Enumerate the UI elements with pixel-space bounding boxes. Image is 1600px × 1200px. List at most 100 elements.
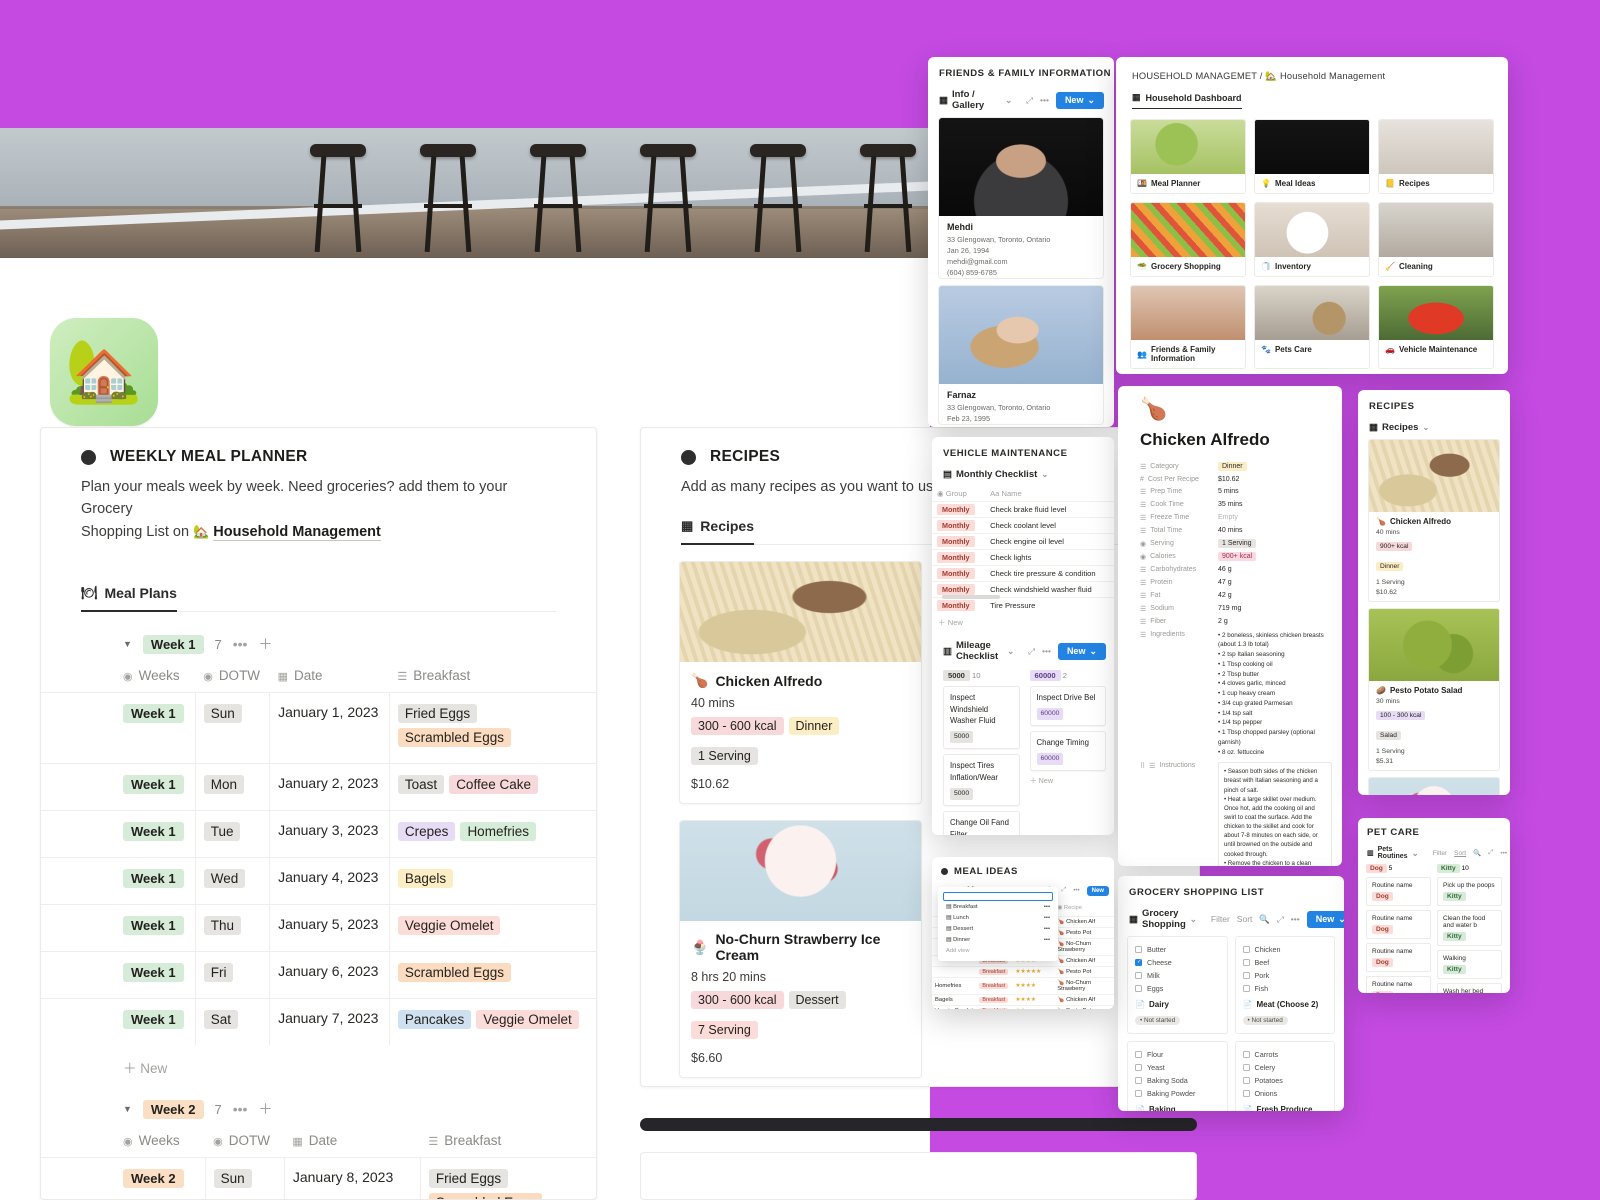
board-card[interactable]: Change Oil Fand Filter5000 (943, 810, 1020, 835)
cell-dotw[interactable]: Sun (204, 1157, 285, 1199)
grocery-checkbox-row[interactable]: Cheese (1135, 956, 1220, 969)
cell-dotw[interactable]: Wed (194, 857, 270, 905)
recipe-card[interactable]: 🍗 Chicken Alfredo 40 mins 900+ kcal Dinner 1 … (1368, 439, 1500, 602)
cell-weeks[interactable]: Week 1 (41, 857, 196, 905)
column-header-breakfast[interactable]: ☰ Breakfast (420, 1129, 596, 1158)
board-new-card[interactable]: ＋ New (1030, 776, 1107, 786)
grocery-checkbox-row[interactable]: Chicken (1242, 943, 1328, 956)
checkbox[interactable] (1135, 1090, 1142, 1097)
cell-recipe[interactable]: 🍗 Pesto Pot (1054, 1005, 1114, 1009)
mi-column-recipe[interactable]: ◉ Recipe (1054, 900, 1114, 917)
tab-meal-plans[interactable]: 🍽 Meal Plans (81, 585, 177, 613)
checkbox[interactable] (1242, 959, 1250, 966)
cell-recipe[interactable]: 🍗 Pesto Pot (1054, 966, 1114, 978)
view-selector-info-gallery[interactable]: ▦ Info / Gallery ⌄ (939, 89, 1012, 111)
cell-name[interactable]: Check windshield washer fluid (985, 581, 1114, 598)
checkbox[interactable] (1135, 972, 1142, 979)
board-card[interactable]: Inspect Drive Bel 60000 (1029, 686, 1106, 726)
checkbox[interactable] (1242, 972, 1250, 979)
group-more-icon[interactable]: ••• (233, 1101, 248, 1117)
grocery-checkbox-row[interactable]: Fish (1242, 982, 1328, 995)
checkbox[interactable] (1135, 985, 1142, 992)
cell-date[interactable]: January 3, 2023 (269, 810, 390, 858)
checkbox[interactable] (1242, 1051, 1250, 1058)
dashboard-cell[interactable]: 🐾 Pets Care (1254, 285, 1370, 369)
page-icon[interactable]: 🏡 (50, 318, 158, 426)
cell-date[interactable]: January 8, 2023 (283, 1157, 421, 1199)
vm-column-group[interactable]: ◉ Group (932, 486, 985, 502)
horizontal-scrollbar[interactable] (640, 1118, 1197, 1131)
cell-name[interactable]: Homefries (932, 977, 977, 995)
property-value[interactable]: 900+ kcal (1218, 551, 1332, 561)
grocery-checkbox-row[interactable]: Baking Soda (1135, 1074, 1220, 1087)
cell-name[interactable]: Check lights (985, 549, 1114, 566)
group-add-icon[interactable]: ＋ (258, 1099, 272, 1119)
view-scrollbar[interactable] (942, 595, 1000, 599)
cell-interest-rate[interactable]: ★★★★ (1012, 994, 1055, 1006)
cell-weeks[interactable]: Week 1 (41, 998, 196, 1046)
checkbox[interactable] (1242, 985, 1250, 992)
cell-name[interactable]: Tire Pressure (985, 597, 1114, 613)
cell-category[interactable]: Breakfast (976, 977, 1013, 995)
expand-icon[interactable]: ⤢ (1062, 887, 1067, 894)
more-options-icon[interactable]: ••• (1291, 914, 1300, 924)
cell-category[interactable]: Breakfast (976, 994, 1013, 1006)
cell-date[interactable]: January 1, 2023 (269, 692, 390, 764)
checkbox[interactable] (1135, 959, 1142, 966)
cell-dotw[interactable]: Thu (194, 904, 270, 952)
cell-category[interactable]: Breakfast (976, 1005, 1013, 1009)
board-card[interactable]: Inspect Tires Inflation/Wear 5000 (943, 754, 1020, 806)
recipe-gallery-card[interactable]: 🍗 Chicken Alfredo 40 mins 300 - 600 kcal Din… (679, 561, 922, 805)
vm-column-name[interactable]: Aa Name (985, 486, 1114, 502)
cell-date[interactable]: January 4, 2023 (269, 857, 390, 905)
group-name-chip[interactable]: Week 2 (142, 1099, 204, 1119)
checkbox[interactable] (1242, 1077, 1250, 1084)
property-value[interactable]: Empty (1218, 514, 1332, 522)
grocery-checkbox-row[interactable]: Baking Powder (1135, 1087, 1220, 1100)
cell-interest-rate[interactable]: ★★★★★ (1012, 966, 1055, 978)
cell-category[interactable]: Breakfast (976, 966, 1013, 978)
cell-recipe[interactable]: 🍗 Chicken Alf (1054, 994, 1114, 1006)
cell-dotw[interactable]: Mon (194, 763, 270, 811)
filter-button[interactable]: Filter (1433, 850, 1447, 857)
grocery-checkbox-row[interactable]: Yeast (1135, 1061, 1220, 1074)
column-header-date[interactable]: ▦ Date (284, 1129, 420, 1158)
view-selector-mileage-checklist[interactable]: ▥ Mileage Checklist ⌄ (943, 640, 1014, 662)
new-row-button[interactable]: ＋ New (41, 1045, 596, 1077)
pet-routine-card[interactable]: Wash her bedKitty (1437, 983, 1502, 993)
table-row[interactable]: Monthly Check tire pressure & condition (932, 565, 1114, 582)
view-selector-monthly-checklist[interactable]: ▤ Monthly Checklist ⌄ (943, 469, 1048, 480)
cell-interest-rate[interactable]: ★★★★ (1012, 977, 1055, 995)
table-row[interactable]: Monthly Check brake fluid level (932, 501, 1114, 518)
property-value[interactable]: 46 g (1218, 566, 1332, 574)
grocery-card[interactable]: ButterCheeseMilkEggs📄Dairy• Not started (1127, 936, 1228, 1034)
property-value[interactable]: $10.62 (1218, 476, 1332, 483)
board-card[interactable]: Change Timing 60000 (1029, 730, 1106, 771)
cell-recipe[interactable]: 🍗 Pesto Pot (1054, 927, 1114, 939)
grocery-card[interactable]: Flour Yeast Baking Soda Baking Powder 📄 Bakin… (1127, 1041, 1228, 1111)
cell-dotw[interactable]: Fri (194, 951, 270, 999)
grocery-checkbox-row[interactable]: Potatoes (1242, 1074, 1328, 1087)
recipe-gallery-card[interactable]: 🍨 No-Churn Strawberry Ice Cream 8 hrs 20 m… (679, 820, 922, 1079)
grocery-checkbox-row[interactable]: Pork (1242, 969, 1328, 982)
cell-date[interactable]: January 2, 2023 (269, 763, 390, 811)
collapse-toggle-icon[interactable]: ▼ (123, 1104, 132, 1114)
cell-dotw[interactable]: Sat (194, 998, 270, 1046)
property-value[interactable]: 5 mins (1218, 488, 1332, 496)
new-button[interactable]: New ⌄ (1055, 91, 1104, 109)
dashboard-cell[interactable]: 🥗 Grocery Shopping (1130, 202, 1246, 277)
cell-group[interactable]: Monthly (932, 533, 986, 550)
cell-date[interactable]: January 7, 2023 (269, 998, 390, 1046)
cell-group[interactable]: Monthly (932, 501, 986, 518)
cell-group[interactable]: Monthly (932, 597, 986, 613)
pet-routine-card[interactable]: Routine name Dog (1366, 943, 1431, 972)
more-options-icon[interactable]: ••• (1500, 850, 1507, 857)
view-selector-grocery-shopping[interactable]: ▦ Grocery Shopping ⌄ (1129, 908, 1197, 930)
cell-recipe[interactable]: 🍗 No-Churn Strawberry (1054, 977, 1114, 995)
grocery-checkbox-row[interactable]: Butter (1135, 943, 1220, 956)
cell-weeks[interactable]: Week 1 (41, 763, 196, 811)
property-value[interactable]: 719 mg (1218, 605, 1332, 613)
table-row[interactable]: Week 1 Mon January 2, 2023 Toast Coffee Cake (41, 763, 596, 811)
checkbox[interactable] (1135, 1051, 1142, 1058)
cell-date[interactable]: January 5, 2023 (269, 904, 390, 952)
